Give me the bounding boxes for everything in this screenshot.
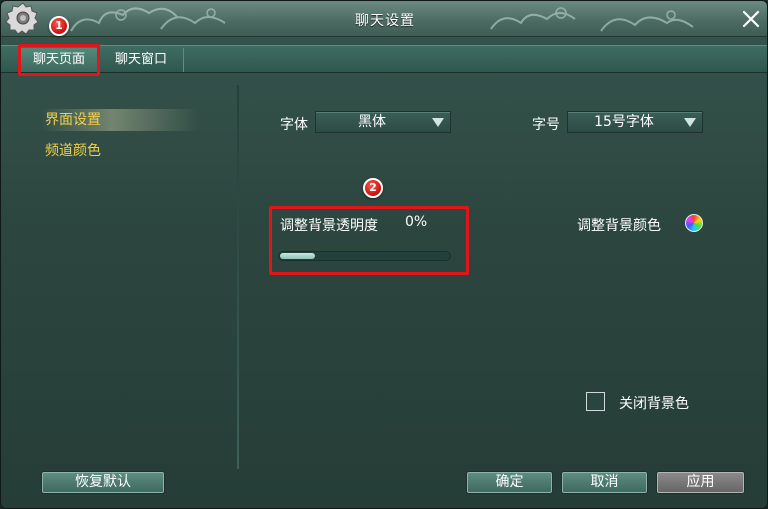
- opacity-value: 0%: [405, 214, 428, 230]
- font-size-dropdown-value: 15号字体: [594, 114, 654, 130]
- panel-divider: [237, 85, 239, 469]
- sidebar-item-interface-settings[interactable]: 界面设置: [41, 109, 199, 131]
- annotation-badge-1: 1: [49, 16, 69, 36]
- opacity-slider-fill: [280, 253, 315, 259]
- close-bg-checkbox[interactable]: [586, 392, 605, 411]
- ok-button[interactable]: 确定: [467, 472, 552, 493]
- cancel-button[interactable]: 取消: [562, 472, 647, 493]
- sidebar-item-label: 界面设置: [45, 112, 101, 128]
- tab-bar: 聊天页面 聊天窗口: [1, 45, 767, 73]
- font-dropdown[interactable]: 黑体: [315, 111, 451, 133]
- color-picker-icon[interactable]: [685, 214, 703, 232]
- window-title: 聊天设置: [355, 13, 415, 29]
- font-label: 字体: [280, 117, 308, 133]
- font-size-dropdown[interactable]: 15号字体: [567, 111, 703, 133]
- apply-button[interactable]: 应用: [657, 472, 744, 493]
- title-bar[interactable]: 聊天设置: [1, 1, 767, 37]
- chevron-down-icon: [432, 118, 444, 127]
- restore-default-button[interactable]: 恢复默认: [42, 472, 164, 493]
- opacity-label: 调整背景透明度: [280, 218, 378, 234]
- tab-chat-window[interactable]: 聊天窗口: [101, 48, 181, 72]
- bg-color-label: 调整背景颜色: [577, 218, 661, 234]
- tab-divider: [183, 48, 184, 72]
- sidebar-item-label: 频道颜色: [45, 143, 101, 159]
- opacity-slider[interactable]: [278, 251, 451, 261]
- close-icon[interactable]: [739, 7, 763, 31]
- tab-chat-page[interactable]: 聊天页面: [21, 48, 97, 72]
- chevron-down-icon: [684, 118, 696, 127]
- close-bg-label: 关闭背景色: [619, 396, 689, 412]
- tab-divider: [99, 48, 100, 72]
- chat-settings-window: 聊天设置 1 聊天页面 聊天窗口 界面设置 频道颜色 字体 黑体 字号 15号字…: [0, 0, 768, 509]
- font-size-label: 字号: [532, 117, 560, 133]
- font-dropdown-value: 黑体: [358, 114, 386, 130]
- annotation-badge-2: 2: [363, 178, 383, 198]
- sidebar-item-channel-colors[interactable]: 频道颜色: [45, 140, 101, 162]
